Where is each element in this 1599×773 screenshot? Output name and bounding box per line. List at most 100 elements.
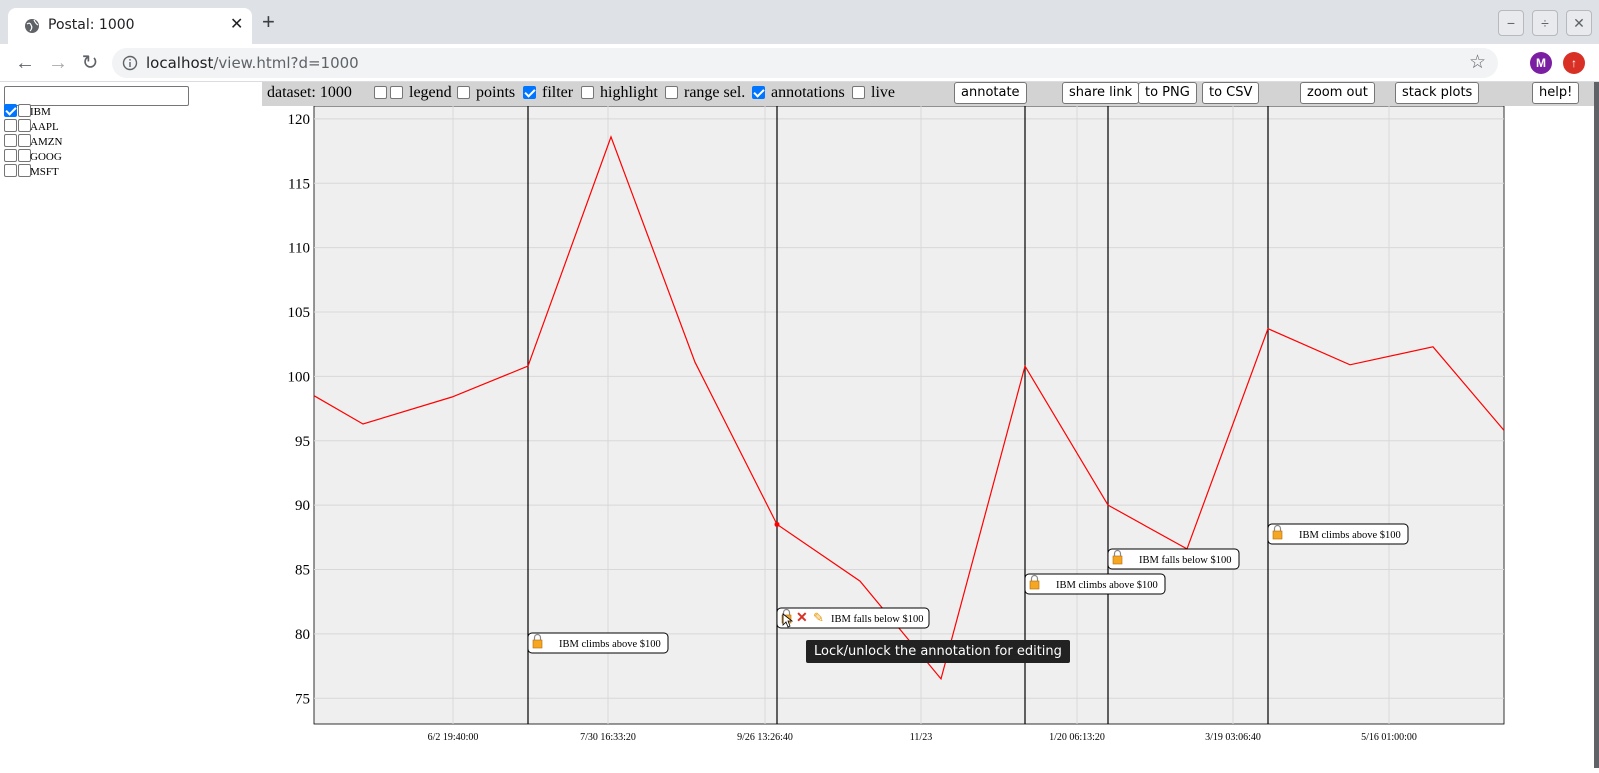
x-tick-label: 3/19 03:06:40 [1205,732,1261,743]
plot-background [314,106,1504,724]
browser-toolbar: ← → ↻ localhost/view.html?d=1000 ☆ M ↑ [0,44,1599,82]
minimize-icon[interactable]: − [1498,10,1524,36]
y-tick-label: 95 [295,434,310,450]
globe-icon [24,18,40,34]
toggle-highlight[interactable]: highlight [581,84,658,104]
delete-annotation-icon[interactable]: ✕ [796,611,808,626]
annotation-label: IBM climbs above $100 [1056,580,1158,591]
y-tick-label: 110 [288,241,310,257]
ticker-search-input[interactable] [4,86,189,106]
lock-icon[interactable] [1030,581,1039,589]
ticker-checkbox[interactable] [4,119,17,132]
info-icon[interactable] [122,55,138,71]
profile-avatar[interactable]: M [1530,52,1552,74]
y-tick-label: 115 [288,176,310,192]
highlight-label: highlight [600,84,658,101]
toggle-points[interactable]: points [457,84,515,104]
lock-icon[interactable] [1273,531,1282,539]
ticker-item[interactable]: AMZN [4,134,31,149]
toggle-filter[interactable]: filter [523,84,573,104]
control-bar: dataset: 1000 legend points filter highl… [262,82,1599,106]
zoom-out-button[interactable]: zoom out [1300,82,1375,104]
x-tick-label: 5/16 01:00:00 [1361,732,1417,743]
dataset-label: dataset: 1000 [267,84,352,104]
ticker-checkbox[interactable] [4,104,17,117]
x-tick-label: 9/26 13:26:40 [737,732,793,743]
points-checkbox[interactable] [457,86,470,99]
toggle-range-sel[interactable]: range sel. [665,84,745,104]
live-checkbox[interactable] [852,86,865,99]
x-tick-label: 6/2 19:40:00 [428,732,479,743]
ticker-label: AMZN [30,136,62,148]
ticker-checkbox[interactable] [4,149,17,162]
toggle-live[interactable]: live [852,84,895,104]
toggle-legend[interactable]: legend [390,84,452,104]
toggle-annotations[interactable]: annotations [752,84,845,104]
close-tab-icon[interactable]: ✕ [230,17,243,33]
live-label: live [871,84,895,101]
tab-title: Postal: 1000 [48,17,135,33]
share-link-button[interactable]: share link [1062,82,1139,104]
ticker-label: MSFT [30,166,59,178]
x-tick-label: 7/30 16:33:20 [580,732,636,743]
ticker-item[interactable]: GOOG [4,149,31,164]
update-icon[interactable]: ↑ [1563,52,1585,74]
y-tick-label: 100 [288,369,311,385]
ticker-checkbox[interactable] [4,134,17,147]
chart-area: 75 80 85 90 95 100 105 110 115 120 6/2 19:40:00 7/3… [262,106,1599,768]
bookmark-star-icon[interactable]: ☆ [1469,51,1486,74]
ticker-label: IBM [30,106,51,118]
y-tick-label: 120 [288,112,311,128]
annotations-checkbox[interactable] [752,86,765,99]
maximize-icon[interactable]: ÷ [1532,10,1558,36]
forward-icon[interactable]: → [45,50,71,76]
lock-icon[interactable] [533,640,542,648]
y-tick-label: 85 [295,563,310,579]
y-tick-label: 90 [295,498,310,514]
new-tab-icon[interactable]: + [262,10,275,34]
url-path: /view.html?d=1000 [213,54,358,72]
ticker-item[interactable]: MSFT [4,164,31,179]
window-close-icon[interactable]: ✕ [1566,10,1592,36]
range-sel-checkbox[interactable] [665,86,678,99]
ticker-label: GOOG [30,151,62,163]
annotations-label: annotations [771,84,845,101]
to-png-button[interactable]: to PNG [1138,82,1197,104]
lock-icon[interactable] [1113,556,1122,564]
edit-annotation-icon[interactable]: ✎ [813,610,824,625]
x-tick-label: 1/20 06:13:20 [1049,732,1105,743]
data-point [775,522,780,527]
highlight-checkbox[interactable] [581,86,594,99]
legend-label: legend [409,84,452,101]
filter-checkbox[interactable] [523,86,536,99]
y-tick-label: 80 [295,627,310,643]
ticker-item[interactable]: AAPL [4,119,31,134]
points-label: points [476,84,515,101]
y-tick-label: 105 [288,305,311,321]
annotation-label: IBM climbs above $100 [559,639,661,650]
address-bar[interactable]: localhost/view.html?d=1000 ☆ [112,48,1498,78]
y-tick-label: 75 [295,691,310,707]
filter-label: filter [542,84,573,101]
stack-plots-button[interactable]: stack plots [1395,82,1479,104]
help-button[interactable]: help! [1532,82,1579,104]
ticker-checkbox[interactable] [4,164,17,177]
annotation-lock-tooltip: Lock/unlock the annotation for editing [806,640,1070,663]
browser-tab-bar: Postal: 1000 ✕ + − ÷ ✕ [0,0,1599,44]
x-tick-label: 11/23 [910,732,932,743]
ticker-label: AAPL [30,121,59,133]
line-chart[interactable]: 75 80 85 90 95 100 105 110 115 120 6/2 19:40:00 7/3… [262,106,1594,768]
reload-icon[interactable]: ↻ [77,50,103,76]
annotation-label: IBM climbs above $100 [1299,530,1401,541]
back-icon[interactable]: ← [12,50,38,76]
legend-checkbox[interactable] [390,86,403,99]
browser-tab[interactable]: Postal: 1000 ✕ [8,8,252,44]
url-text: localhost/view.html?d=1000 [146,54,359,72]
ticker-item[interactable]: IBM [4,104,31,119]
ticker-panel: IBMAAPLAMZNGOOGMSFT [0,82,262,768]
to-csv-button[interactable]: to CSV [1202,82,1259,104]
range-sel-label: range sel. [684,84,745,101]
unlabeled-checkbox[interactable] [374,86,387,99]
annotation-label: IBM falls below $100 [1139,555,1231,566]
annotate-button[interactable]: annotate [954,82,1027,104]
